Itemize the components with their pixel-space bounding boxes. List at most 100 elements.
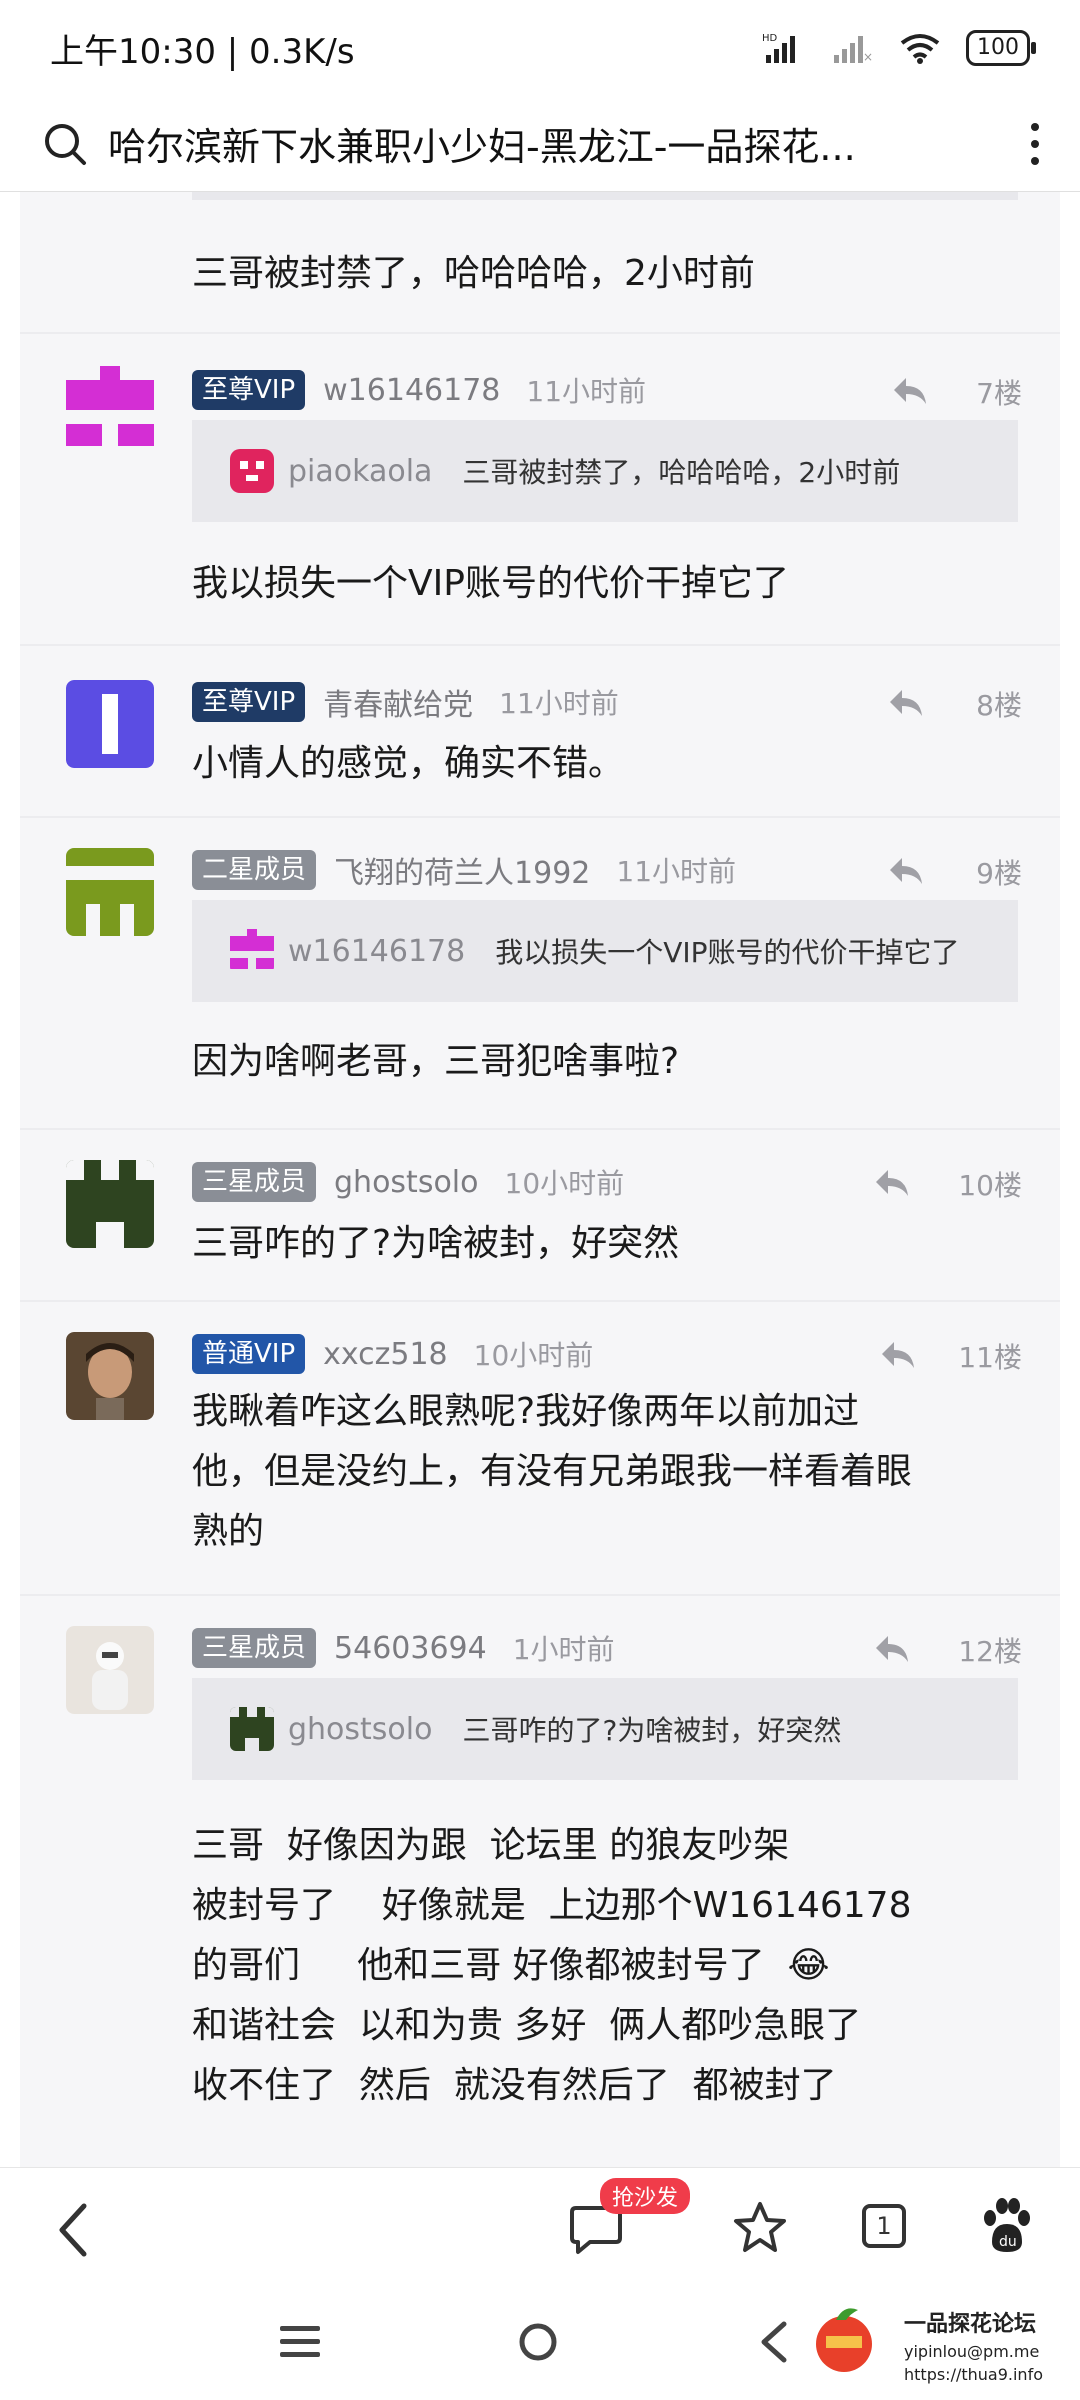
quote-avatar bbox=[230, 449, 274, 493]
grab-sofa-badge[interactable]: 抢沙发 bbox=[600, 2178, 691, 2214]
avatar bbox=[66, 1332, 154, 1420]
list-item: 三星成员 54603694 1小时前 12楼 ghostsolo 三哥咋的了?为… bbox=[20, 1596, 1060, 2166]
reply-arrow-icon[interactable] bbox=[878, 1334, 918, 1374]
list-item: 至尊VIP 青春献给党 11小时前 8楼 小情人的感觉，确实不错。 bbox=[20, 646, 1060, 818]
menu-icon[interactable] bbox=[278, 2322, 322, 2362]
post-time: 11小时前 bbox=[526, 375, 647, 408]
post-body: 三哥 好像因为跟 论坛里 的狼友吵架 被封号了 好像就是 上边那个W161461… bbox=[192, 1816, 1052, 2116]
post-time: 11小时前 bbox=[616, 855, 737, 888]
post-body-line: 和谐社会 以和为贵 多好 俩人都吵急眼了 bbox=[192, 2005, 862, 2046]
post-body-line: 我瞅着咋这么眼熟呢?我好像两年以前加过 bbox=[192, 1391, 860, 1432]
list-item: 至尊VIP w16146178 11小时前 7楼 piaokaola 三哥被封禁… bbox=[20, 334, 1060, 646]
post-body-line: 他，但是没约上，有没有兄弟跟我一样看着眼 bbox=[192, 1451, 913, 1492]
post-time: 1小时前 bbox=[512, 1633, 615, 1666]
back-arrow-icon[interactable] bbox=[54, 2200, 94, 2260]
status-time: 上午10:30 | 0.3K/s bbox=[50, 31, 355, 72]
address-bar[interactable]: 哈尔滨新下水兼职小少妇-黑龙江-一品探花... bbox=[0, 96, 1080, 192]
member-badge: 二星成员 bbox=[192, 850, 317, 890]
reply-arrow-icon[interactable] bbox=[890, 370, 930, 410]
battery-indicator: 100 bbox=[966, 30, 1036, 66]
list-item: 二星成员 飞翔的荷兰人1992 11小时前 9楼 w16146178 我以损失一… bbox=[20, 818, 1060, 1130]
star-icon[interactable] bbox=[732, 2200, 788, 2256]
post-body-line: 熟的 bbox=[192, 1511, 265, 1552]
member-badge: 至尊VIP bbox=[192, 682, 306, 722]
reply-arrow-icon[interactable] bbox=[886, 682, 926, 722]
post-body: 我瞅着咋这么眼熟呢?我好像两年以前加过 他，但是没约上，有没有兄弟跟我一样看着眼… bbox=[192, 1382, 1012, 1562]
watermark-logo-icon bbox=[816, 2308, 872, 2372]
more-vertical-icon[interactable] bbox=[1020, 119, 1050, 169]
system-nav-bar: 一品探花论坛 yipinlou@pm.me https://thua9.info bbox=[0, 2292, 1080, 2400]
quote-username: ghostsolo bbox=[288, 1711, 433, 1747]
floor-number: 11楼 bbox=[958, 1341, 1022, 1374]
quote-avatar bbox=[230, 1707, 274, 1751]
page-title[interactable]: 哈尔滨新下水兼职小少妇-黑龙江-一品探花... bbox=[108, 116, 1020, 171]
quote-avatar bbox=[230, 929, 274, 973]
baidu-paw-icon[interactable]: du bbox=[978, 2196, 1034, 2256]
post-body-line: 三哥 好像因为跟 论坛里 的狼友吵架 bbox=[192, 1825, 790, 1866]
post-body: 三哥被封禁了，哈哈哈哈，2小时前 bbox=[192, 253, 755, 294]
avatar bbox=[66, 848, 154, 936]
quote-block-partial bbox=[192, 192, 1018, 200]
watermark-url: https://thua9.info bbox=[904, 2365, 1043, 2384]
home-icon[interactable] bbox=[516, 2320, 560, 2364]
post-meta: 普通VIP xxcz518 10小时前 bbox=[192, 1332, 593, 1376]
signal-hd-icon: HD bbox=[762, 33, 795, 63]
post-time: 10小时前 bbox=[473, 1339, 594, 1372]
member-badge: 三星成员 bbox=[192, 1628, 317, 1668]
quote-block[interactable]: ghostsolo 三哥咋的了?为啥被封，好突然 bbox=[192, 1678, 1018, 1780]
post-body: 小情人的感觉，确实不错。 bbox=[192, 743, 625, 784]
search-icon[interactable] bbox=[42, 121, 88, 167]
username[interactable]: ghostsolo bbox=[334, 1165, 478, 1200]
floor-number: 10楼 bbox=[958, 1169, 1022, 1202]
member-badge: 普通VIP bbox=[192, 1334, 306, 1374]
reply-arrow-icon[interactable] bbox=[872, 1628, 912, 1668]
svg-text:du: du bbox=[999, 2234, 1017, 2250]
quote-block[interactable]: piaokaola 三哥被封禁了，哈哈哈哈，2小时前 bbox=[192, 420, 1018, 522]
username[interactable]: 青春献给党 bbox=[323, 680, 473, 724]
avatar bbox=[66, 680, 154, 768]
quote-text: 我以损失一个VIP账号的代价干掉它了 bbox=[495, 936, 960, 969]
quote-block[interactable]: w16146178 我以损失一个VIP账号的代价干掉它了 bbox=[192, 900, 1018, 1002]
watermark-title: 一品探花论坛 bbox=[904, 2312, 1037, 2337]
member-badge: 至尊VIP bbox=[192, 370, 306, 410]
browser-toolbar: 抢沙发 1 du bbox=[0, 2167, 1080, 2293]
reply-arrow-icon[interactable] bbox=[886, 850, 926, 890]
post-meta: 至尊VIP w16146178 11小时前 bbox=[192, 368, 646, 412]
post-body: 三哥咋的了?为啥被封，好突然 bbox=[192, 1223, 680, 1264]
post-body-line: 的哥们 他和三哥 好像都被封号了 😂 bbox=[192, 1945, 830, 1986]
tabs-icon[interactable]: 1 bbox=[862, 2204, 906, 2248]
quote-text: 三哥咋的了?为啥被封，好突然 bbox=[462, 1714, 842, 1747]
post-meta: 三星成员 ghostsolo 10小时前 bbox=[192, 1160, 624, 1204]
quote-username: piaokaola bbox=[288, 453, 433, 489]
post-body-line: 被封号了 好像就是 上边那个W16146178 bbox=[192, 1885, 912, 1926]
floor-number: 9楼 bbox=[976, 857, 1022, 890]
username[interactable]: 54603694 bbox=[334, 1631, 487, 1666]
status-icons: HD × 100 bbox=[762, 30, 1036, 66]
watermark-email: yipinlou@pm.me bbox=[904, 2342, 1040, 2361]
member-badge: 三星成员 bbox=[192, 1162, 317, 1202]
quote-text: 三哥被封禁了，哈哈哈哈，2小时前 bbox=[462, 456, 901, 489]
username[interactable]: 飞翔的荷兰人1992 bbox=[334, 848, 590, 892]
avatar bbox=[66, 1160, 154, 1248]
watermark: 一品探花论坛 yipinlou@pm.me https://thua9.info bbox=[904, 2306, 1064, 2384]
signal-weak-icon: × bbox=[834, 36, 873, 64]
avatar bbox=[66, 1626, 154, 1714]
svg-text:HD: HD bbox=[762, 33, 778, 44]
list-item: 普通VIP xxcz518 10小时前 11楼 我瞅着咋这么眼熟呢?我好像两年以… bbox=[20, 1302, 1060, 1596]
nav-back-icon[interactable] bbox=[756, 2320, 792, 2364]
username[interactable]: w16146178 bbox=[323, 373, 500, 408]
svg-text:×: × bbox=[863, 50, 873, 64]
post-body-line: 收不住了 然后 就没有然后了 都被封了 bbox=[192, 2065, 837, 2106]
quote-username: w16146178 bbox=[288, 933, 466, 969]
floor-number: 12楼 bbox=[958, 1635, 1022, 1668]
post-meta: 至尊VIP 青春献给党 11小时前 bbox=[192, 680, 619, 724]
avatar bbox=[66, 366, 154, 454]
list-item: 三星成员 ghostsolo 10小时前 10楼 三哥咋的了?为啥被封，好突然 bbox=[20, 1130, 1060, 1302]
username[interactable]: xxcz518 bbox=[323, 1337, 447, 1372]
reply-arrow-icon[interactable] bbox=[872, 1162, 912, 1202]
post-body: 我以损失一个VIP账号的代价干掉它了 bbox=[192, 563, 789, 604]
post-meta: 三星成员 54603694 1小时前 bbox=[192, 1626, 615, 1670]
status-bar: 上午10:30 | 0.3K/s HD × 100 bbox=[0, 0, 1080, 96]
floor-number: 8楼 bbox=[976, 689, 1022, 722]
comment-list[interactable]: 三哥被封禁了，哈哈哈哈，2小时前 至尊VIP w16146178 11小时前 7… bbox=[20, 192, 1060, 2167]
